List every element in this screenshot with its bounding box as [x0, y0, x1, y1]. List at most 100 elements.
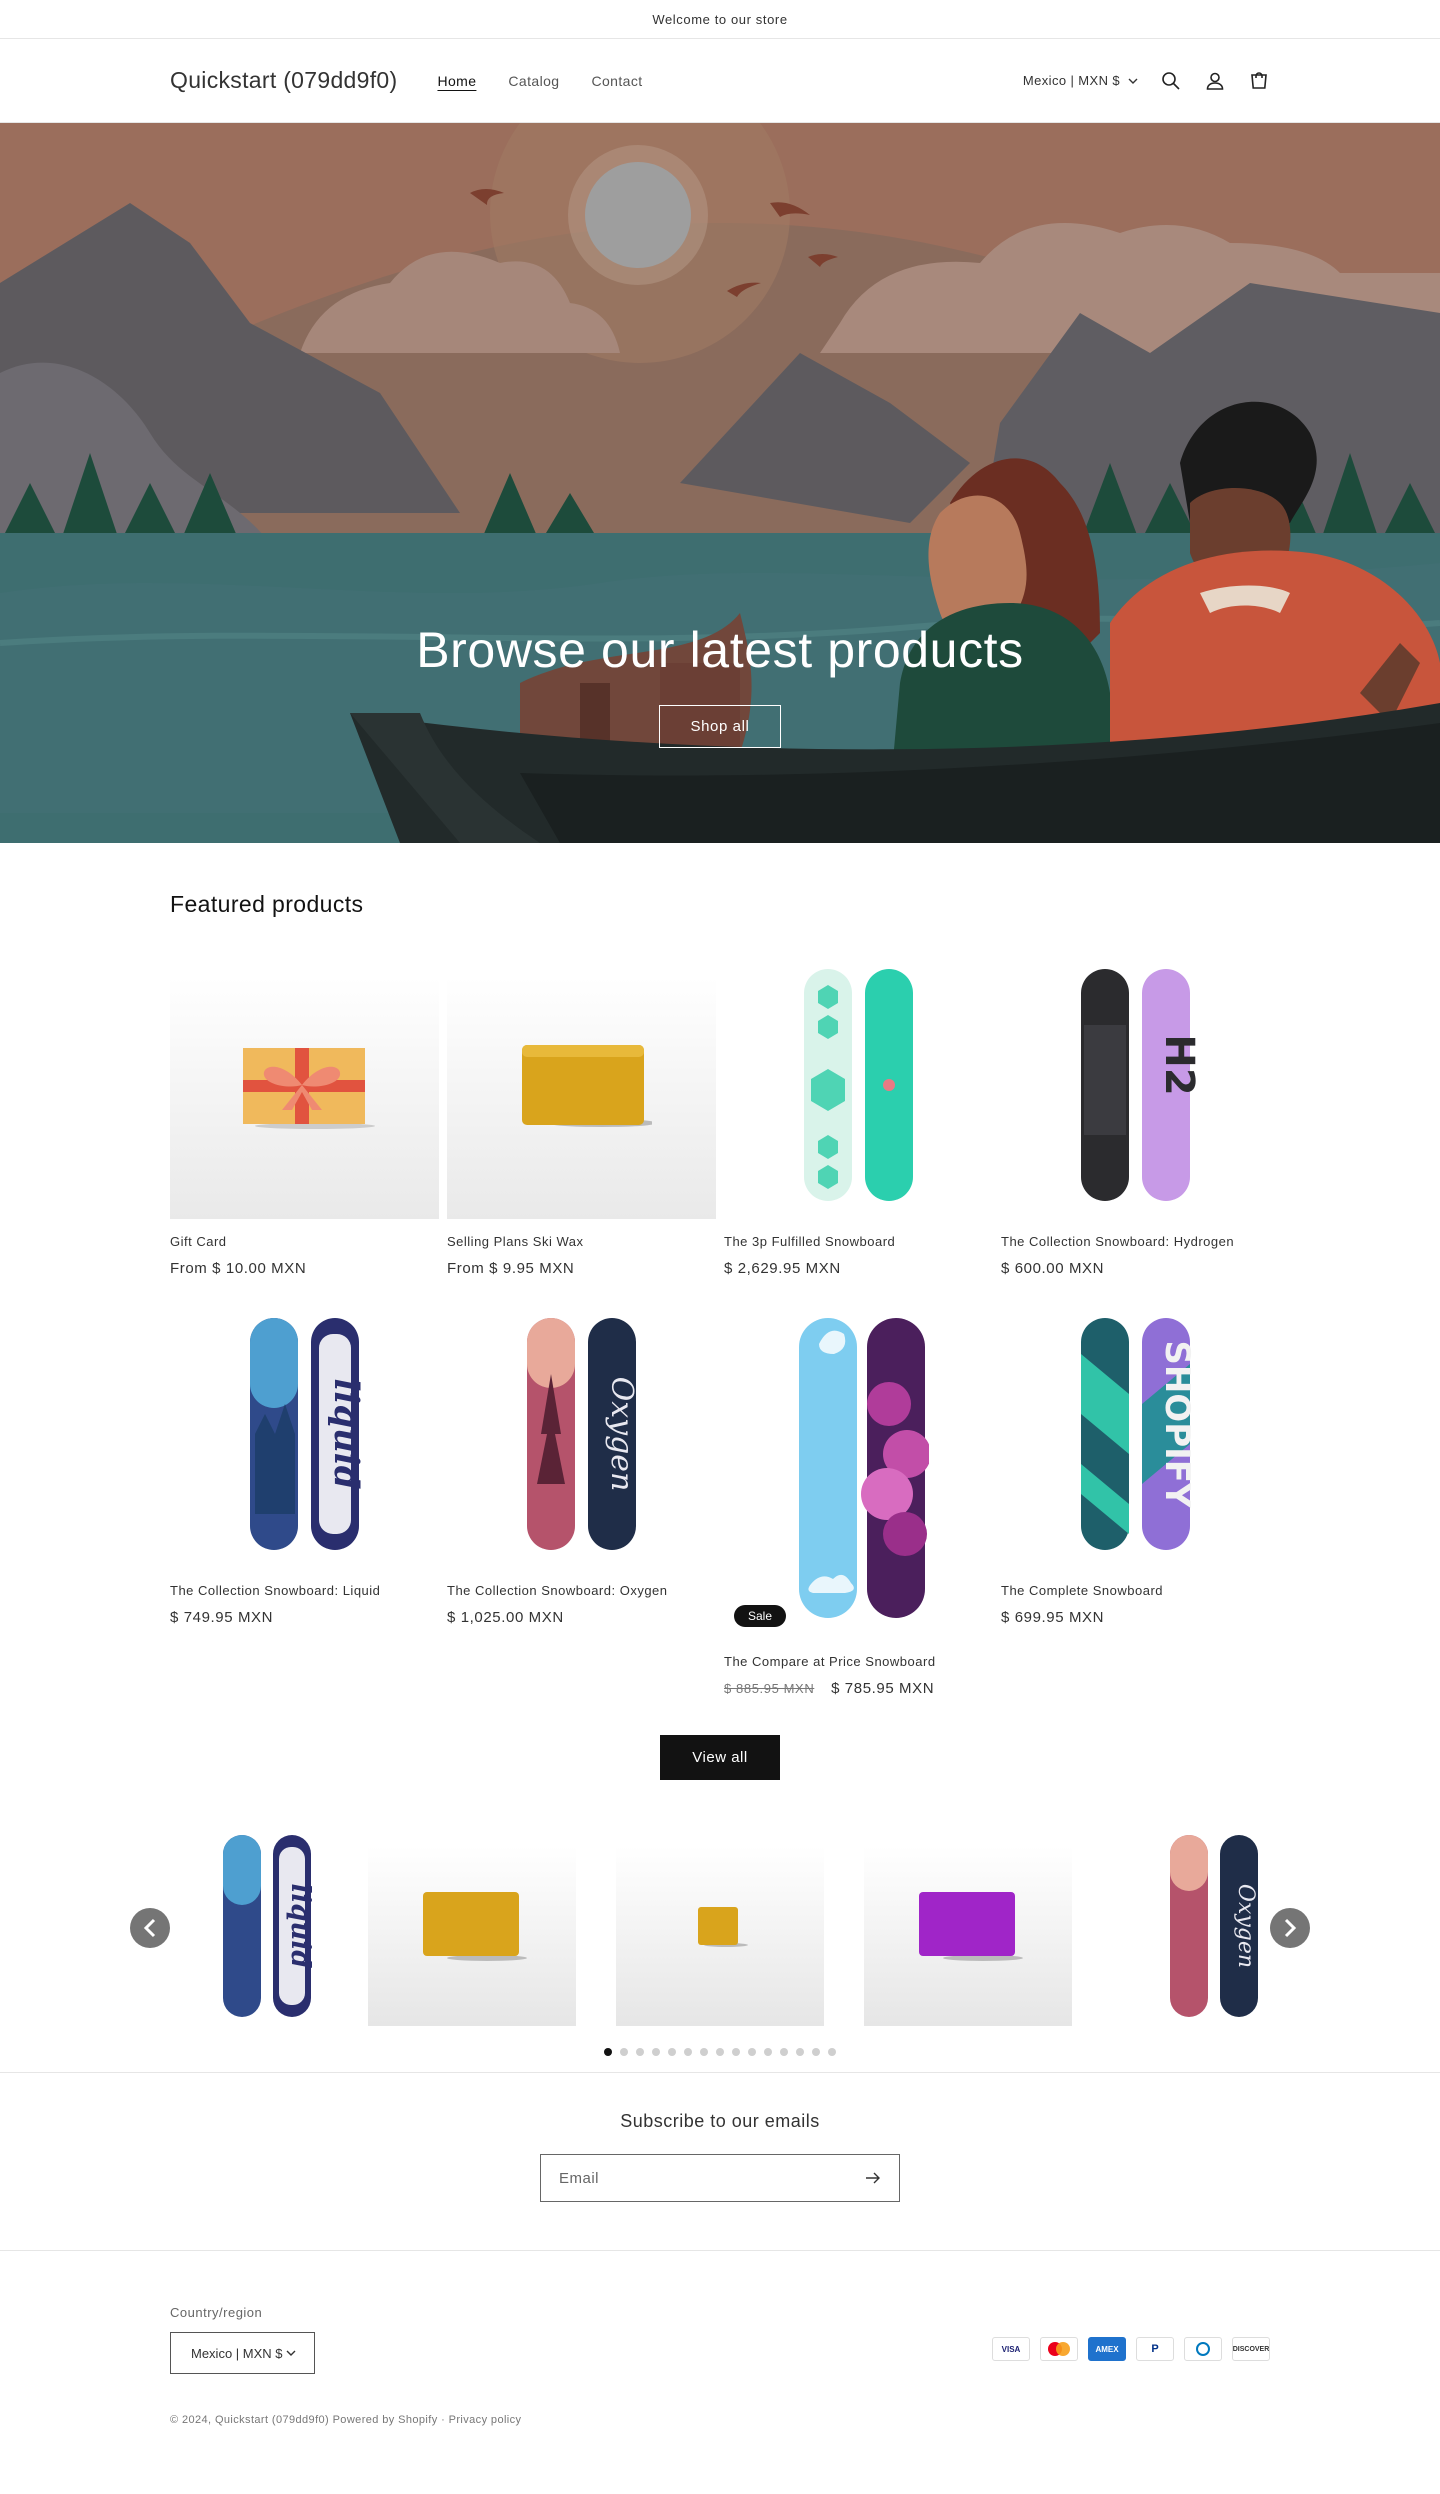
carousel-prev-button[interactable] — [130, 1908, 170, 1948]
snowboard-oxygen-image: Oxygen — [526, 1317, 639, 1550]
carousel-dot[interactable] — [684, 2048, 692, 2056]
chevron-down-icon — [1128, 78, 1138, 84]
carousel-dot[interactable] — [700, 2048, 708, 2056]
view-all-button[interactable]: View all — [660, 1735, 780, 1780]
country-selector[interactable]: Mexico | MXN $ — [170, 2332, 315, 2374]
product-title[interactable]: Selling Plans Ski Wax — [447, 1234, 716, 1249]
ski-wax-image — [423, 1892, 527, 1961]
newsletter-section: Subscribe to our emails Email — [0, 2072, 1440, 2251]
chevron-down-icon — [286, 2350, 296, 2356]
header-actions: Mexico | MXN $ — [1023, 70, 1270, 92]
hero-content: Browse our latest products Shop all — [0, 621, 1440, 748]
country-value: Mexico | MXN $ — [191, 2345, 283, 2361]
carousel-slide[interactable] — [864, 1826, 1072, 2026]
svg-text:SHOPIFY: SHOPIFY — [1157, 1340, 1196, 1508]
product-card[interactable]: Sale The Compare at Price Snowboard $ 88… — [724, 1299, 993, 1697]
product-image[interactable] — [447, 950, 716, 1219]
product-carousel: liquid Oxygen — [0, 1826, 1440, 2056]
locale-selector[interactable]: Mexico | MXN $ — [1023, 73, 1138, 88]
discover-icon: DISCOVER — [1232, 2337, 1270, 2361]
carousel-dot[interactable] — [780, 2048, 788, 2056]
arrow-right-icon[interactable] — [865, 2172, 881, 2184]
paypal-icon: P — [1136, 2337, 1174, 2361]
product-title[interactable]: The Collection Snowboard: Hydrogen — [1001, 1234, 1270, 1249]
sale-badge: Sale — [734, 1605, 787, 1627]
carousel-dot[interactable] — [604, 2048, 612, 2056]
product-image[interactable]: H2 — [1001, 950, 1270, 1219]
product-title[interactable]: Gift Card — [170, 1234, 439, 1249]
announcement-bar: Welcome to our store — [0, 0, 1440, 39]
privacy-policy-link[interactable]: Privacy policy — [449, 2414, 522, 2426]
carousel-slide[interactable] — [616, 1826, 824, 2026]
newsletter-title: Subscribe to our emails — [620, 2111, 820, 2131]
product-card[interactable]: The 3p Fulfilled Snowboard $ 2,629.95 MX… — [724, 950, 993, 1277]
product-card[interactable]: H2 The Collection Snowboard: Hydrogen $ … — [1001, 950, 1270, 1277]
small-wax-image — [698, 1907, 748, 1947]
purple-wax-image — [919, 1892, 1023, 1961]
carousel-dot[interactable] — [828, 2048, 836, 2056]
carousel-slide[interactable] — [368, 1826, 576, 2026]
product-card[interactable]: Oxygen The Collection Snowboard: Oxygen … — [447, 1299, 716, 1697]
ski-wax-image — [521, 1044, 652, 1127]
svg-text:Oxygen: Oxygen — [604, 1376, 639, 1491]
nav-home[interactable]: Home — [437, 73, 476, 89]
product-image[interactable]: SHOPIFY — [1001, 1299, 1270, 1568]
svg-text:H2: H2 — [1156, 1034, 1196, 1095]
search-icon[interactable] — [1160, 70, 1182, 92]
shop-all-button[interactable]: Shop all — [659, 705, 781, 748]
product-title[interactable]: The Collection Snowboard: Oxygen — [447, 1583, 716, 1598]
cart-icon[interactable] — [1248, 70, 1270, 92]
product-card[interactable]: Selling Plans Ski Wax From $ 9.95 MXN — [447, 950, 716, 1277]
snowboard-compare-image — [798, 1318, 929, 1618]
email-input[interactable]: Email — [540, 2154, 900, 2202]
snowboard-complete-image: SHOPIFY — [1080, 1317, 1196, 1550]
amex-icon: AMEX — [1088, 2337, 1126, 2361]
product-price: $ 600.00 MXN — [1001, 1260, 1105, 1277]
main-nav: Home Catalog Contact — [437, 73, 642, 89]
product-image[interactable]: Oxygen — [447, 1299, 716, 1568]
product-image[interactable]: liquid — [170, 1299, 439, 1568]
product-price: $ 699.95 MXN — [1001, 1609, 1105, 1626]
product-image[interactable]: Sale — [724, 1299, 993, 1639]
account-icon[interactable] — [1204, 70, 1226, 92]
snowboard-liquid-image: liquid — [223, 1835, 315, 2017]
nav-catalog[interactable]: Catalog — [508, 73, 559, 89]
svg-text:Oxygen: Oxygen — [1233, 1884, 1258, 1968]
product-title[interactable]: The Collection Snowboard: Liquid — [170, 1583, 439, 1598]
view-all-wrap: View all — [170, 1735, 1270, 1780]
snowboard-oxygen-image: Oxygen — [1170, 1835, 1258, 2017]
product-title[interactable]: The Complete Snowboard — [1001, 1583, 1270, 1598]
hero-title: Browse our latest products — [416, 622, 1024, 678]
snowboard-3p-image — [803, 968, 913, 1201]
gift-card-image — [242, 1047, 375, 1129]
carousel-dot[interactable] — [796, 2048, 804, 2056]
carousel-dot[interactable] — [716, 2048, 724, 2056]
carousel-dot[interactable] — [812, 2048, 820, 2056]
product-title[interactable]: The 3p Fulfilled Snowboard — [724, 1234, 993, 1249]
diners-icon — [1184, 2337, 1222, 2361]
store-logo[interactable]: Quickstart (079dd9f0) — [170, 67, 397, 94]
carousel-dot[interactable] — [620, 2048, 628, 2056]
email-placeholder: Email — [559, 2169, 600, 2187]
product-card[interactable]: SHOPIFY The Complete Snowboard $ 699.95 … — [1001, 1299, 1270, 1697]
carousel-dot[interactable] — [748, 2048, 756, 2056]
product-card[interactable]: liquid The Collection Snowboard: Liquid … — [170, 1299, 439, 1697]
product-image[interactable] — [170, 950, 439, 1219]
chevron-left-icon — [143, 1918, 156, 1938]
carousel-dot[interactable] — [636, 2048, 644, 2056]
product-card[interactable]: Gift Card From $ 10.00 MXN — [170, 950, 439, 1277]
carousel-dot[interactable] — [668, 2048, 676, 2056]
country-label: Country/region — [170, 2305, 263, 2320]
product-image[interactable] — [724, 950, 993, 1219]
product-price: $ 885.95 MXN $ 785.95 MXN — [724, 1680, 993, 1697]
carousel-dot[interactable] — [764, 2048, 772, 2056]
locale-label: Mexico | MXN $ — [1022, 73, 1120, 88]
compare-price: $ 885.95 MXN — [724, 1681, 815, 1696]
nav-contact[interactable]: Contact — [591, 73, 642, 89]
carousel-dot[interactable] — [652, 2048, 660, 2056]
product-title[interactable]: The Compare at Price Snowboard — [724, 1654, 993, 1669]
carousel-next-button[interactable] — [1270, 1908, 1310, 1948]
snowboard-liquid-image: liquid — [249, 1317, 365, 1550]
carousel-dot[interactable] — [732, 2048, 740, 2056]
carousel-slide[interactable]: liquid — [165, 1826, 373, 2026]
